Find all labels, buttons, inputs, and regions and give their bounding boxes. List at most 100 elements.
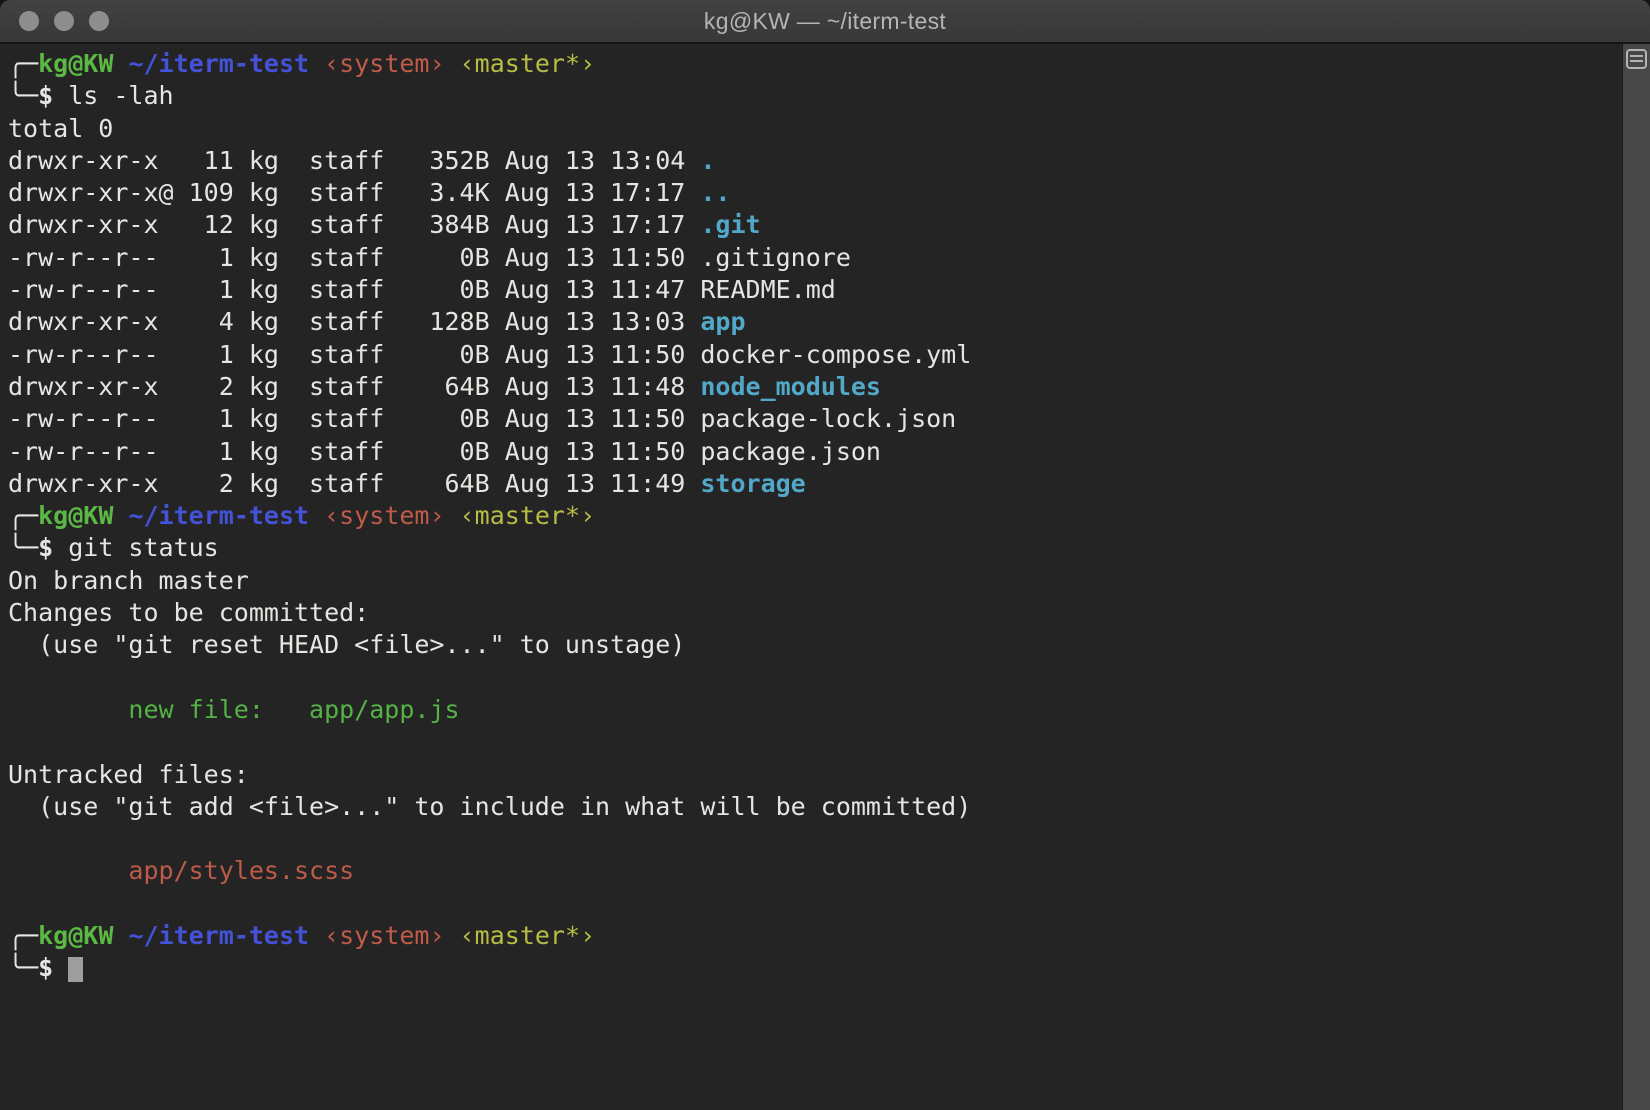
prompt-frame-top: ╭─ <box>8 501 38 530</box>
prompt-git-branch: ‹master*› <box>460 921 595 950</box>
prompt-context: ‹system› <box>324 501 444 530</box>
dir-name: storage <box>700 469 805 498</box>
prompt-user-host: kg@KW <box>38 49 113 78</box>
window-title: kg@KW — ~/iterm-test <box>704 8 946 35</box>
text-segment <box>309 921 324 950</box>
zoom-button[interactable] <box>89 11 109 31</box>
git-untracked-file: app/styles.scss <box>128 856 354 885</box>
terminal-line: app/styles.scss <box>8 855 1622 887</box>
text-segment <box>53 953 68 982</box>
file-name: README.md <box>700 275 835 304</box>
scrollbar[interactable] <box>1622 44 1650 1110</box>
terminal-line: Changes to be committed: <box>8 597 1622 629</box>
file-meta: -rw-r--r-- 1 kg staff 0B Aug 13 11:50 <box>8 243 700 272</box>
file-meta: drwxr-xr-x 12 kg staff 384B Aug 13 17:17 <box>8 210 700 239</box>
terminal-line: ╭─kg@KW ~/iterm-test ‹system› ‹master*› <box>8 500 1622 532</box>
terminal-line: -rw-r--r-- 1 kg staff 0B Aug 13 11:50 pa… <box>8 403 1622 435</box>
prompt-user-host: kg@KW <box>38 921 113 950</box>
terminal-line: -rw-r--r-- 1 kg staff 0B Aug 13 11:50 pa… <box>8 436 1622 468</box>
text-segment <box>309 501 324 530</box>
prompt-frame-bottom: ╰─ <box>8 81 38 110</box>
dir-name: . <box>700 146 715 175</box>
terminal-line <box>8 888 1622 920</box>
terminal-line <box>8 823 1622 855</box>
git-status-text: Changes to be committed: <box>8 598 369 627</box>
file-meta: drwxr-xr-x@ 109 kg staff 3.4K Aug 13 17:… <box>8 178 700 207</box>
prompt-path: ~/iterm-test <box>128 49 309 78</box>
terminal-line: (use "git add <file>..." to include in w… <box>8 791 1622 823</box>
terminal-window: kg@KW — ~/iterm-test ╭─kg@KW ~/iterm-tes… <box>0 0 1650 1110</box>
terminal-line: total 0 <box>8 113 1622 145</box>
dir-name: app <box>700 307 745 336</box>
terminal-area: ╭─kg@KW ~/iterm-test ‹system› ‹master*›╰… <box>0 44 1650 1110</box>
prompt-frame-bottom: ╰─ <box>8 953 38 982</box>
prompt-frame-bottom: ╰─ <box>8 533 38 562</box>
prompt-context: ‹system› <box>324 49 444 78</box>
command-text: ls -lah <box>53 81 173 110</box>
prompt-path: ~/iterm-test <box>128 501 309 530</box>
indent <box>8 695 128 724</box>
prompt-git-branch: ‹master*› <box>460 501 595 530</box>
file-meta: -rw-r--r-- 1 kg staff 0B Aug 13 11:50 <box>8 404 700 433</box>
terminal-line: drwxr-xr-x 12 kg staff 384B Aug 13 17:17… <box>8 209 1622 241</box>
prompt-user-host: kg@KW <box>38 501 113 530</box>
file-meta: drwxr-xr-x 2 kg staff 64B Aug 13 11:48 <box>8 372 700 401</box>
terminal-line <box>8 662 1622 694</box>
file-meta: -rw-r--r-- 1 kg staff 0B Aug 13 11:50 <box>8 437 700 466</box>
dir-name: node_modules <box>700 372 881 401</box>
terminal-line: drwxr-xr-x 2 kg staff 64B Aug 13 11:49 s… <box>8 468 1622 500</box>
git-status-hint: (use "git add <file>..." to include in w… <box>8 792 971 821</box>
block-cursor <box>68 957 83 982</box>
dir-name: .. <box>700 178 730 207</box>
file-name: docker-compose.yml <box>700 340 971 369</box>
file-name: package.json <box>700 437 881 466</box>
terminal-line: Untracked files: <box>8 759 1622 791</box>
prompt-frame-top: ╭─ <box>8 49 38 78</box>
prompt-symbol: $ <box>38 953 53 982</box>
terminal-line: (use "git reset HEAD <file>..." to unsta… <box>8 629 1622 661</box>
terminal-line: drwxr-xr-x 11 kg staff 352B Aug 13 13:04… <box>8 145 1622 177</box>
marker-line <box>1630 55 1643 57</box>
terminal-line: drwxr-xr-x 2 kg staff 64B Aug 13 11:48 n… <box>8 371 1622 403</box>
file-name: .gitignore <box>700 243 851 272</box>
traffic-lights <box>19 0 109 42</box>
terminal-line: On branch master <box>8 565 1622 597</box>
terminal-line <box>8 726 1622 758</box>
text-segment <box>309 49 324 78</box>
indent <box>8 856 128 885</box>
terminal-screen[interactable]: ╭─kg@KW ~/iterm-test ‹system› ‹master*›╰… <box>0 44 1622 1110</box>
command-text: git status <box>53 533 219 562</box>
prompt-frame-top: ╭─ <box>8 921 38 950</box>
titlebar[interactable]: kg@KW — ~/iterm-test <box>0 0 1650 44</box>
git-status-text: Untracked files: <box>8 760 249 789</box>
scrollbar-marker-icon[interactable] <box>1626 49 1647 69</box>
prompt-symbol: $ <box>38 533 53 562</box>
dir-name: .git <box>700 210 760 239</box>
terminal-line: ╰─$ <box>8 952 1622 984</box>
ls-total: total 0 <box>8 114 113 143</box>
terminal-line: ╭─kg@KW ~/iterm-test ‹system› ‹master*› <box>8 920 1622 952</box>
git-staged-file: new file: app/app.js <box>128 695 459 724</box>
file-meta: drwxr-xr-x 2 kg staff 64B Aug 13 11:49 <box>8 469 700 498</box>
minimize-button[interactable] <box>54 11 74 31</box>
git-status-text: On branch master <box>8 566 249 595</box>
terminal-line: new file: app/app.js <box>8 694 1622 726</box>
terminal-line: ╰─$ git status <box>8 532 1622 564</box>
prompt-git-branch: ‹master*› <box>460 49 595 78</box>
text-segment <box>113 501 128 530</box>
text-segment <box>113 49 128 78</box>
terminal-line: -rw-r--r-- 1 kg staff 0B Aug 13 11:47 RE… <box>8 274 1622 306</box>
terminal-line: ╰─$ ls -lah <box>8 80 1622 112</box>
close-button[interactable] <box>19 11 39 31</box>
terminal-line: -rw-r--r-- 1 kg staff 0B Aug 13 11:50 do… <box>8 339 1622 371</box>
file-name: package-lock.json <box>700 404 956 433</box>
terminal-line: drwxr-xr-x 4 kg staff 128B Aug 13 13:03 … <box>8 306 1622 338</box>
file-meta: -rw-r--r-- 1 kg staff 0B Aug 13 11:50 <box>8 340 700 369</box>
terminal-line: drwxr-xr-x@ 109 kg staff 3.4K Aug 13 17:… <box>8 177 1622 209</box>
terminal-line: -rw-r--r-- 1 kg staff 0B Aug 13 11:50 .g… <box>8 242 1622 274</box>
terminal-line: ╭─kg@KW ~/iterm-test ‹system› ‹master*› <box>8 48 1622 80</box>
text-segment <box>445 49 460 78</box>
file-meta: drwxr-xr-x 11 kg staff 352B Aug 13 13:04 <box>8 146 700 175</box>
git-status-hint: (use "git reset HEAD <file>..." to unsta… <box>8 630 685 659</box>
prompt-context: ‹system› <box>324 921 444 950</box>
